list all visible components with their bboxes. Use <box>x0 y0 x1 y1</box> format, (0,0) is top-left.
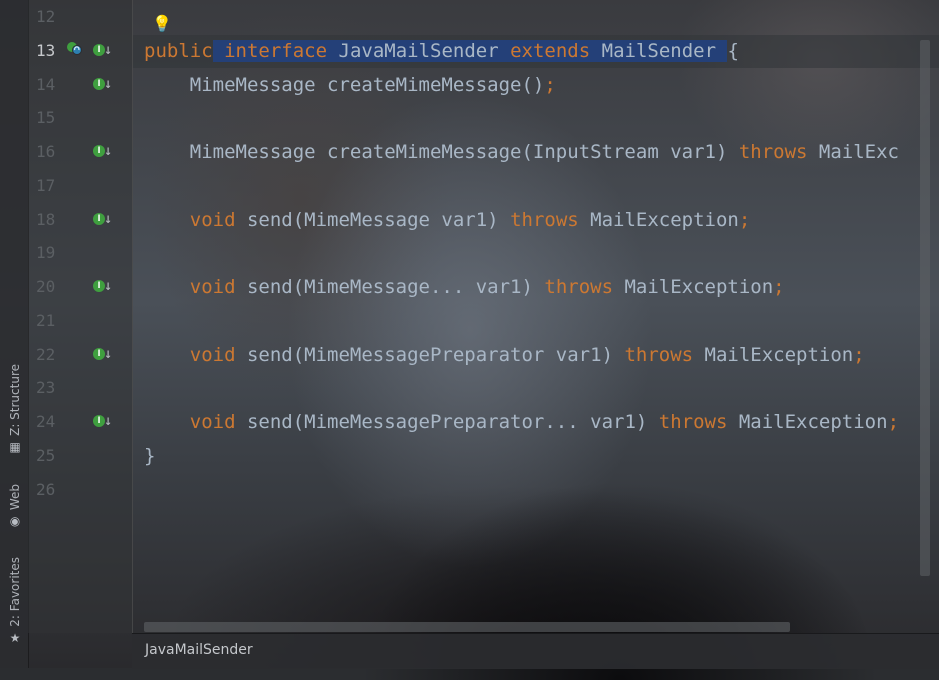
code-line-16[interactable]: MimeMessage createMimeMessage(InputStrea… <box>144 141 899 163</box>
keyword-void: void <box>144 209 236 231</box>
keyword-throws: throws <box>510 209 579 231</box>
web-tab-label: Web <box>8 484 22 511</box>
keyword-void: void <box>144 411 236 433</box>
implemented-down-icon[interactable]: ↓ <box>104 77 112 91</box>
exception-type: MailExc <box>807 141 899 163</box>
vertical-scrollbar[interactable] <box>920 40 930 576</box>
implemented-by-icon[interactable] <box>66 40 82 56</box>
method-send: send(MimeMessage var1) <box>235 209 511 231</box>
interface-name: JavaMailSender <box>338 40 499 62</box>
method-send-preparator: send(MimeMessagePreparator var1) <box>235 344 625 366</box>
implemented-down-icon[interactable]: ↓ <box>104 144 112 158</box>
background-artwork <box>0 0 939 680</box>
structure-tab[interactable]: Z: Structure ▦ <box>4 364 26 454</box>
code-line-13[interactable]: public interface JavaMailSender extends … <box>144 40 739 62</box>
keyword-throws: throws <box>658 411 728 433</box>
keyword-public: public <box>144 40 213 62</box>
exception-type: MailException <box>613 276 774 298</box>
structure-tab-label: Z: Structure <box>8 364 22 436</box>
code-line-24[interactable]: void send(MimeMessagePreparator... var1)… <box>144 411 899 433</box>
semicolon: ; <box>773 276 785 298</box>
code-line-18[interactable]: void send(MimeMessage var1) throws MailE… <box>144 209 751 231</box>
star-icon: ★ <box>9 630 21 645</box>
keyword-extends: extends <box>510 40 591 62</box>
open-brace: { <box>727 40 739 62</box>
implemented-marker[interactable] <box>66 40 86 60</box>
breadcrumb[interactable]: JavaMailSender <box>145 642 253 658</box>
implemented-down-icon[interactable]: ↓ <box>104 347 112 361</box>
keyword-interface: interface <box>224 40 328 62</box>
line-number[interactable]: 12 <box>28 7 76 26</box>
implemented-down-icon[interactable]: ↓ <box>104 414 112 428</box>
close-brace: } <box>144 445 156 467</box>
keyword-throws: throws <box>738 141 808 163</box>
implemented-down-icon[interactable]: ↓ <box>104 43 112 57</box>
line-number[interactable]: 23 <box>28 378 76 397</box>
semicolon: ; <box>738 209 751 231</box>
globe-icon: ◉ <box>9 514 21 529</box>
horizontal-scrollbar[interactable] <box>144 622 790 632</box>
parent-interface: MailSender <box>601 40 717 62</box>
keyword-void: void <box>144 344 236 366</box>
implemented-down-icon[interactable]: ↓ <box>104 212 112 226</box>
web-tab[interactable]: Web ◉ <box>4 484 26 528</box>
keyword-void: void <box>144 276 236 298</box>
line-number[interactable]: 17 <box>28 176 76 195</box>
line-number[interactable]: 18 <box>28 210 76 229</box>
line-number[interactable]: 24 <box>28 412 76 431</box>
method-send-preparator-varargs: send(MimeMessagePreparator... var1) <box>235 411 659 433</box>
lightbulb-icon[interactable]: 💡 <box>152 14 172 33</box>
exception-type: MailException <box>578 209 739 231</box>
method-send-varargs: send(MimeMessage... var1) <box>235 276 545 298</box>
code-line-14[interactable]: MimeMessage createMimeMessage(); <box>144 74 556 96</box>
line-number[interactable]: 16 <box>28 142 76 161</box>
breadcrumb-bar: JavaMailSender <box>132 633 939 669</box>
keyword-throws: throws <box>544 276 614 298</box>
line-number[interactable]: 14 <box>28 75 76 94</box>
semicolon: ; <box>544 74 556 96</box>
code-line-22[interactable]: void send(MimeMessagePreparator var1) th… <box>144 344 865 366</box>
method-create-mime-message-stream: MimeMessage createMimeMessage(InputStrea… <box>144 141 739 163</box>
semicolon: ; <box>887 411 900 433</box>
favorites-tab-label: 2: Favorites <box>8 557 22 627</box>
line-number[interactable]: 22 <box>28 345 76 364</box>
implemented-down-icon[interactable]: ↓ <box>104 279 112 293</box>
line-number[interactable]: 26 <box>28 480 76 499</box>
line-number[interactable]: 19 <box>28 243 76 262</box>
line-number[interactable]: 25 <box>28 446 76 465</box>
line-number[interactable]: 21 <box>28 311 76 330</box>
code-line-25[interactable]: } <box>144 445 155 467</box>
line-number[interactable]: 15 <box>28 108 76 127</box>
line-number[interactable]: 20 <box>28 277 76 296</box>
tool-window-strip: Z: Structure ▦ Web ◉ 2: Favorites ★ <box>0 0 29 668</box>
structure-icon: ▦ <box>9 439 21 454</box>
semicolon: ; <box>853 344 865 366</box>
favorites-tab[interactable]: 2: Favorites ★ <box>4 557 26 645</box>
code-line-20[interactable]: void send(MimeMessage... var1) throws Ma… <box>144 276 785 298</box>
exception-type: MailException <box>693 344 854 366</box>
method-create-mime-message: MimeMessage createMimeMessage() <box>144 74 545 96</box>
keyword-throws: throws <box>624 344 694 366</box>
exception-type: MailException <box>727 411 888 433</box>
